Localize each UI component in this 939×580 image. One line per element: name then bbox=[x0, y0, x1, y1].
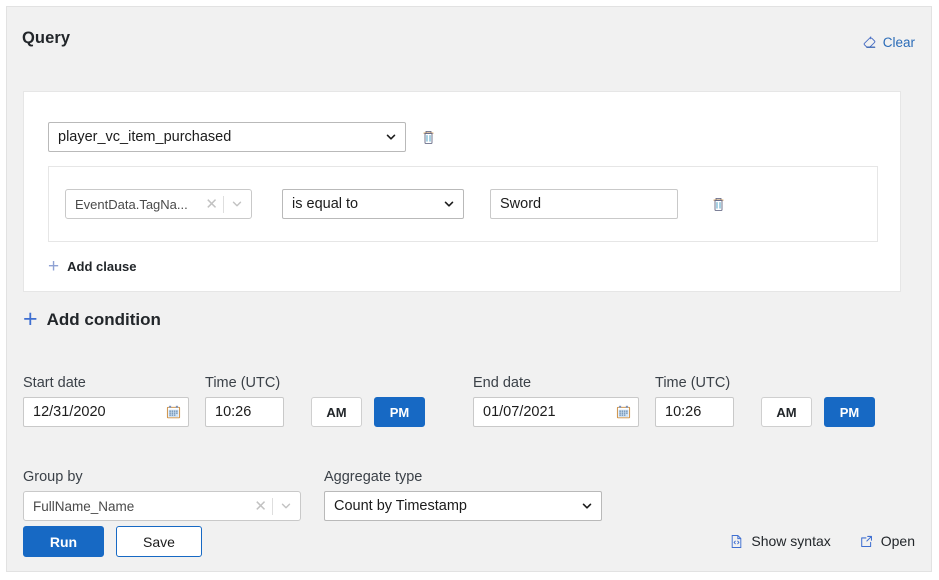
end-time-label: Time (UTC) bbox=[655, 375, 734, 391]
clause-value-input[interactable] bbox=[490, 189, 678, 219]
add-condition-button[interactable]: + Add condition bbox=[23, 307, 161, 332]
plus-icon: + bbox=[48, 257, 59, 276]
group-by-field: Group by FullName_Name ✕ bbox=[23, 469, 301, 521]
chevron-down-icon[interactable] bbox=[224, 198, 251, 210]
start-datetime-group: Start date bbox=[23, 375, 425, 427]
group-by-label: Group by bbox=[23, 469, 301, 485]
operator-select[interactable]: is equal to bbox=[282, 189, 464, 219]
footer-actions: Run Save bbox=[23, 526, 202, 557]
start-time-field: Time (UTC) bbox=[205, 375, 284, 427]
operator-select-wrapper: is equal to bbox=[282, 189, 464, 219]
end-time-field: Time (UTC) bbox=[655, 375, 734, 427]
end-pm-button[interactable]: PM bbox=[824, 397, 875, 427]
show-syntax-label: Show syntax bbox=[751, 533, 830, 549]
start-date-input[interactable] bbox=[23, 397, 189, 427]
open-label: Open bbox=[881, 533, 915, 549]
clear-button[interactable]: Clear bbox=[862, 35, 915, 50]
end-date-input[interactable] bbox=[473, 397, 639, 427]
start-date-label: Start date bbox=[23, 375, 189, 391]
clause-row: EventData.TagNa... ✕ is equal to bbox=[65, 189, 727, 219]
start-am-button[interactable]: AM bbox=[311, 397, 362, 427]
condition-panel: player_vc_item_purchased bbox=[23, 91, 901, 292]
document-code-icon bbox=[729, 534, 744, 549]
clause-field-select[interactable]: EventData.TagNa... ✕ bbox=[65, 189, 252, 219]
open-button[interactable]: Open bbox=[859, 533, 915, 549]
close-x-icon[interactable]: ✕ bbox=[200, 197, 223, 212]
trash-icon bbox=[420, 129, 437, 146]
aggregate-type-field: Aggregate type Count by Timestamp bbox=[324, 469, 602, 521]
clear-label: Clear bbox=[883, 35, 915, 50]
plus-icon: + bbox=[23, 307, 38, 332]
run-button[interactable]: Run bbox=[23, 526, 104, 557]
end-date-field: End date bbox=[473, 375, 639, 427]
clause-field-value: EventData.TagNa... bbox=[66, 197, 200, 212]
footer-links: Show syntax Open bbox=[729, 533, 915, 549]
group-by-select[interactable]: FullName_Name ✕ bbox=[23, 491, 301, 521]
add-clause-label: Add clause bbox=[67, 259, 136, 274]
delete-event-button[interactable] bbox=[420, 129, 437, 146]
end-date-label: End date bbox=[473, 375, 639, 391]
calendar-icon[interactable] bbox=[616, 405, 631, 420]
eraser-icon bbox=[862, 35, 877, 50]
start-time-input[interactable] bbox=[205, 397, 284, 427]
page-title: Query bbox=[22, 29, 70, 48]
event-select-wrapper: player_vc_item_purchased bbox=[48, 122, 406, 152]
chevron-down-icon[interactable] bbox=[273, 500, 300, 512]
external-link-icon bbox=[859, 534, 874, 549]
add-condition-label: Add condition bbox=[47, 310, 161, 330]
add-clause-button[interactable]: + Add clause bbox=[48, 257, 136, 276]
start-pm-button[interactable]: PM bbox=[374, 397, 425, 427]
end-datetime-group: End date bbox=[473, 375, 875, 427]
end-am-button[interactable]: AM bbox=[761, 397, 812, 427]
query-card: Query Clear player_vc_item_purchased bbox=[6, 6, 932, 572]
trash-icon bbox=[710, 196, 727, 213]
group-by-value: FullName_Name bbox=[24, 499, 249, 514]
show-syntax-button[interactable]: Show syntax bbox=[729, 533, 830, 549]
event-row: player_vc_item_purchased bbox=[48, 122, 437, 152]
start-date-field: Start date bbox=[23, 375, 189, 427]
delete-clause-button[interactable] bbox=[710, 196, 727, 213]
calendar-icon[interactable] bbox=[166, 405, 181, 420]
save-button[interactable]: Save bbox=[116, 526, 202, 557]
aggregate-select[interactable]: Count by Timestamp bbox=[324, 491, 602, 521]
event-select[interactable]: player_vc_item_purchased bbox=[48, 122, 406, 152]
aggregate-type-label: Aggregate type bbox=[324, 469, 602, 485]
query-header: Query Clear bbox=[7, 7, 931, 69]
clause-box: EventData.TagNa... ✕ is equal to bbox=[48, 166, 878, 242]
end-time-input[interactable] bbox=[655, 397, 734, 427]
aggregate-select-wrapper: Count by Timestamp bbox=[324, 491, 602, 521]
close-x-icon[interactable]: ✕ bbox=[249, 499, 272, 514]
start-time-label: Time (UTC) bbox=[205, 375, 284, 391]
